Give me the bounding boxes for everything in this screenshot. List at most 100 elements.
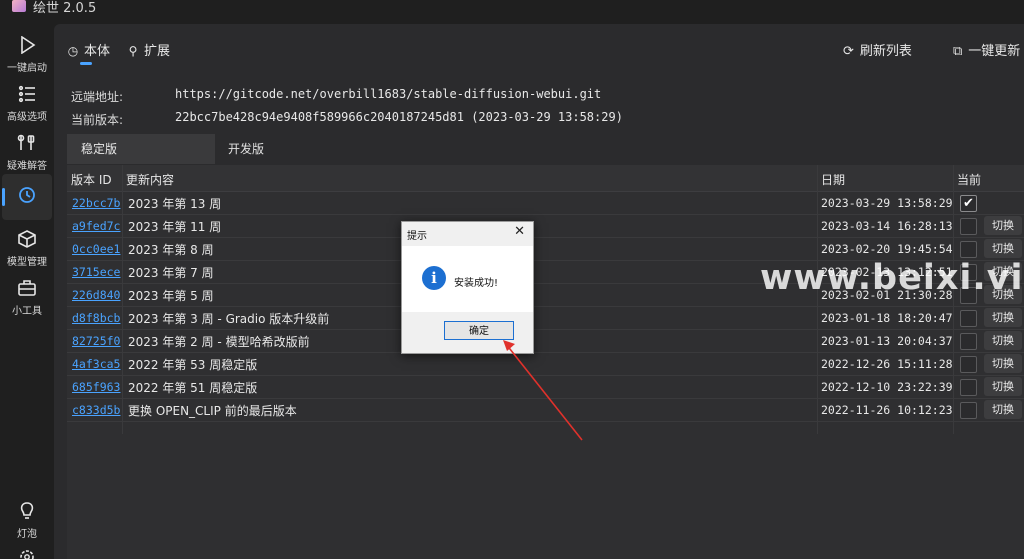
table-row: d8f8bcb 2023 年第 3 周 - Gradio 版本升级前 2023-01… <box>67 307 1024 330</box>
version-description: 2023 年第 5 周 <box>128 289 214 303</box>
title-bar: 绘世 2.0.5 <box>0 0 1024 16</box>
version-date: 2022-12-10 23:22:39 <box>821 380 953 394</box>
current-checkbox[interactable]: ✔ <box>960 195 977 212</box>
current-checkbox[interactable] <box>960 333 977 350</box>
current-version-value: 22bcc7be428c94e9408f589966c2040187245d81… <box>175 110 623 124</box>
current-checkbox[interactable] <box>960 402 977 419</box>
table-header: 版本 ID 更新内容 日期 当前 <box>67 165 1024 192</box>
header-date: 日期 <box>821 173 846 187</box>
app-title: 绘世 2.0.5 <box>33 1 97 16</box>
switch-button[interactable]: 切换 <box>984 354 1022 373</box>
version-description: 2023 年第 2 周 - 模型哈希改版前 <box>128 335 310 349</box>
version-id-link[interactable]: d8f8bcb <box>72 311 120 325</box>
sidebar-item-label: 一键启动 <box>7 63 47 74</box>
sidebar-item-tools[interactable]: 小工具 <box>2 271 52 317</box>
sidebar-item-label: 高级选项 <box>7 112 47 123</box>
subtab-stable[interactable]: 稳定版 <box>67 134 215 164</box>
sidebar-item-launch[interactable]: 一键启动 <box>2 28 52 74</box>
table-row: c833d5b 更换 OPEN_CLIP 前的最后版本 2022-11-26 10:… <box>67 399 1024 422</box>
subtab-dev[interactable]: 开发版 <box>215 134 355 164</box>
close-icon[interactable]: ✕ <box>514 224 525 239</box>
version-description: 2023 年第 8 周 <box>128 243 214 257</box>
switch-button[interactable]: 切换 <box>984 331 1022 350</box>
current-checkbox[interactable] <box>960 218 977 235</box>
header-changes: 更新内容 <box>126 173 175 187</box>
version-id-link[interactable]: 4af3ca5 <box>72 357 120 371</box>
current-checkbox[interactable] <box>960 356 977 373</box>
tab-core[interactable]: ◷ 本体 <box>66 40 110 59</box>
version-description: 更换 OPEN_CLIP 前的最后版本 <box>128 404 297 418</box>
version-date: 2022-12-26 15:11:28 <box>821 357 953 371</box>
version-id-link[interactable]: 0cc0ee1 <box>72 242 120 256</box>
table-row: 22bcc7b 2023 年第 13 周 2023-03-29 13:58:29 ✔ <box>67 192 1024 215</box>
active-indicator <box>2 188 5 206</box>
version-date: 2022-11-26 10:12:23 <box>821 403 953 417</box>
info-icon: i <box>422 266 446 290</box>
sidebar-item-advanced[interactable]: 高级选项 <box>2 77 52 123</box>
switch-button[interactable]: 切换 <box>984 216 1022 235</box>
cube-icon <box>18 230 36 248</box>
current-checkbox[interactable] <box>960 241 977 258</box>
version-date: 2023-03-29 13:58:29 <box>821 196 953 210</box>
refresh-label: 刷新列表 <box>859 44 912 59</box>
sidebar-item-troubleshoot[interactable]: 疑难解答 <box>2 126 52 172</box>
sidebar-item-models[interactable]: 模型管理 <box>2 222 52 268</box>
version-description: 2023 年第 3 周 - Gradio 版本升级前 <box>128 312 330 326</box>
sidebar-item-label: 灯泡 <box>17 529 37 540</box>
sidebar-item-label: 疑难解答 <box>7 161 47 172</box>
current-checkbox[interactable] <box>960 379 977 396</box>
refresh-list-button[interactable]: ⟳ 刷新列表 <box>843 40 912 59</box>
remote-url-label: 远端地址: <box>71 90 124 104</box>
history-icon: ◷ <box>67 44 79 58</box>
ok-button[interactable]: 确定 <box>444 321 514 340</box>
header-current: 当前 <box>957 173 982 187</box>
switch-button[interactable]: 切换 <box>984 308 1022 327</box>
sidebar: 一键启动 高级选项 疑难解答 模型管理 小工具 灯泡 <box>0 24 54 559</box>
version-id-link[interactable]: 226d840 <box>72 288 120 302</box>
version-id-link[interactable]: c833d5b <box>72 403 120 417</box>
table-row: 4af3ca5 2022 年第 53 周稳定版 2022-12-26 15:11:2… <box>67 353 1024 376</box>
remote-url-value: https://gitcode.net/overbill1683/stable-… <box>175 87 602 101</box>
app-icon <box>12 0 26 12</box>
puzzle-icon: ⚲ <box>128 44 138 58</box>
version-table: 版本 ID 更新内容 日期 当前 22bcc7b 2023 年第 13 周 2023… <box>67 165 1024 559</box>
version-description: 2023 年第 11 周 <box>128 220 222 234</box>
version-id-link[interactable]: 82725f0 <box>72 334 120 348</box>
play-icon <box>21 36 36 54</box>
switch-button[interactable]: 切换 <box>984 377 1022 396</box>
current-version-label: 当前版本: <box>71 113 124 127</box>
tab-label: 扩展 <box>144 44 171 59</box>
tab-underline <box>80 62 92 65</box>
sidebar-item-label: 小工具 <box>12 306 42 317</box>
sidebar-item-label: 模型管理 <box>7 257 47 268</box>
toolbox-icon <box>18 280 36 296</box>
one-click-update-button[interactable]: ⧉ 一键更新 <box>953 40 1020 59</box>
tools-icon <box>17 134 35 150</box>
settings-icon[interactable] <box>18 548 36 559</box>
message-dialog: 提示 ✕ i 安装成功! 确定 <box>401 221 534 354</box>
version-id-link[interactable]: 685f963 <box>72 380 120 394</box>
version-id-link[interactable]: a9fed7c <box>72 219 120 233</box>
bulb-icon <box>20 502 34 519</box>
switch-button[interactable]: 切换 <box>984 400 1022 419</box>
sidebar-item-bulb[interactable]: 灯泡 <box>2 494 52 540</box>
update-label: 一键更新 <box>968 44 1021 59</box>
version-date: 2023-02-20 19:45:54 <box>821 242 953 256</box>
version-id-link[interactable]: 3715ece <box>72 265 120 279</box>
switch-button[interactable]: 切换 <box>984 239 1022 258</box>
version-id-link[interactable]: 22bcc7b <box>72 196 120 210</box>
tab-extensions[interactable]: ⚲ 扩展 <box>126 40 170 59</box>
table-row: a9fed7c 2023 年第 11 周 2023-03-14 16:28:13 切换 <box>67 215 1024 238</box>
current-checkbox[interactable] <box>960 310 977 327</box>
dialog-body: i 安装成功! <box>402 246 533 312</box>
main-panel: ◷ 本体 ⚲ 扩展 ⟳ 刷新列表 ⧉ 一键更新 远端地址: https://gitcod… <box>54 24 1024 559</box>
version-date: 2023-03-14 16:28:13 <box>821 219 953 233</box>
dialog-message: 安装成功! <box>454 278 499 289</box>
list-icon <box>18 85 35 103</box>
tab-label: 本体 <box>84 44 111 59</box>
table-row: 685f963 2022 年第 51 周稳定版 2022-12-10 23:22:3… <box>67 376 1024 399</box>
version-description: 2023 年第 7 周 <box>128 266 214 280</box>
sidebar-item-version[interactable] <box>2 174 52 220</box>
header-version-id: 版本 ID <box>71 173 112 187</box>
dialog-title: 提示 <box>407 231 427 242</box>
